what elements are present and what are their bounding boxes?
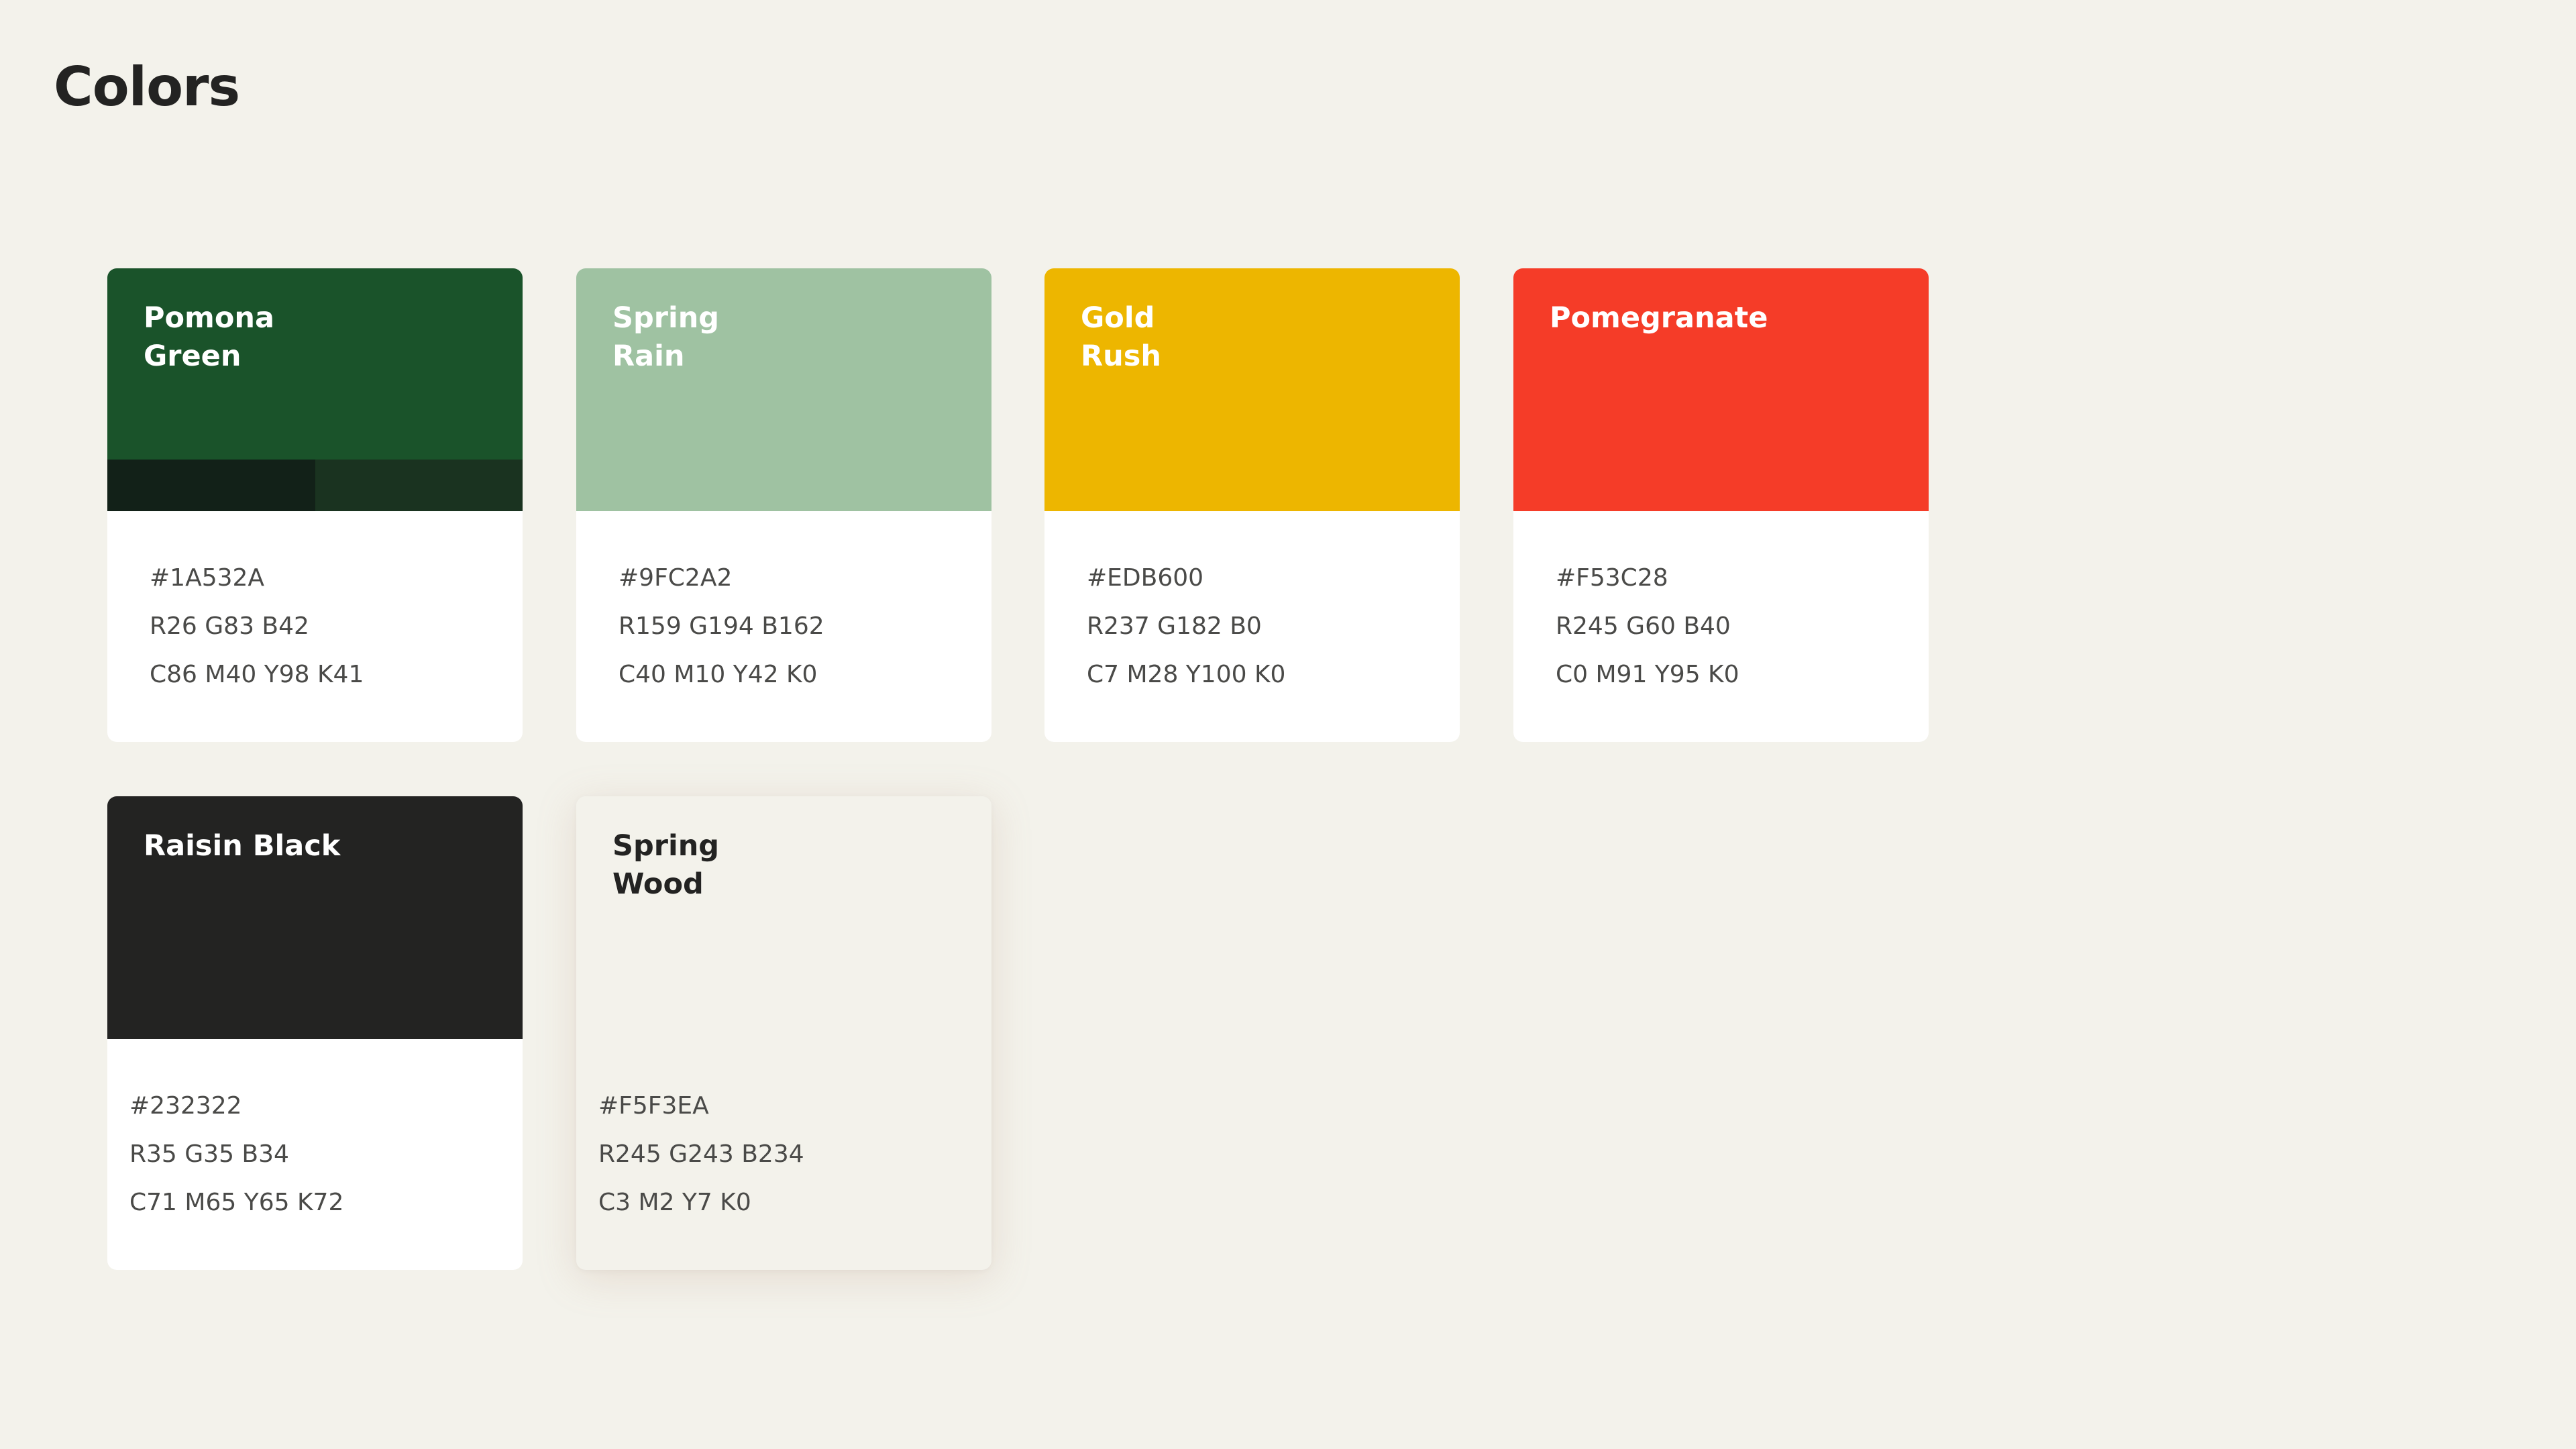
hex-value: #232322 [129,1092,242,1120]
color-name: Pomegranate [1550,301,1768,335]
hex-value: #F5F3EA [598,1092,709,1120]
color-swatch: Raisin Black [107,796,523,1039]
color-card-raisin-black[interactable]: Raisin Black #232322 R35 G35 B34 C71 M65… [107,796,523,1270]
color-card-pomegranate[interactable]: Pomegranate #F53C28 R245 G60 B40 C0 M91 … [1513,268,1929,742]
color-card-spring-wood[interactable]: Spring Wood #F5F3EA R245 G243 B234 C3 M2… [576,796,991,1270]
shade-strip [107,460,523,511]
rgb-value: R245 G243 B234 [598,1140,804,1168]
cmyk-value: C7 M28 Y100 K0 [1087,661,1286,688]
page-title: Colors [54,56,240,118]
rgb-value: R237 G182 B0 [1087,612,1262,640]
color-swatch: Pomona Green [107,268,523,511]
hex-value: #1A532A [150,564,265,592]
hex-value: #F53C28 [1556,564,1668,592]
rgb-value: R26 G83 B42 [150,612,309,640]
hex-value: #9FC2A2 [619,564,733,592]
color-swatch: Spring Wood [576,796,991,1039]
color-name: Pomona Green [144,301,275,373]
color-card-spring-rain[interactable]: Spring Rain #9FC2A2 R159 G194 B162 C40 M… [576,268,991,742]
shade-dark [107,460,315,511]
color-name: Gold Rush [1081,301,1161,373]
color-swatch: Pomegranate [1513,268,1929,511]
hex-value: #EDB600 [1087,564,1204,592]
color-card-pomona-green[interactable]: Pomona Green #1A532A R26 G83 B42 C86 M40… [107,268,523,742]
color-swatch: Gold Rush [1044,268,1460,511]
cmyk-value: C40 M10 Y42 K0 [619,661,818,688]
color-name: Spring Wood [612,829,720,901]
color-name: Raisin Black [144,829,341,863]
cmyk-value: C0 M91 Y95 K0 [1556,661,1739,688]
cmyk-value: C86 M40 Y98 K41 [150,661,364,688]
cmyk-value: C71 M65 Y65 K72 [129,1189,344,1216]
rgb-value: R35 G35 B34 [129,1140,289,1168]
cmyk-value: C3 M2 Y7 K0 [598,1189,751,1216]
rgb-value: R245 G60 B40 [1556,612,1731,640]
rgb-value: R159 G194 B162 [619,612,824,640]
color-card-gold-rush[interactable]: Gold Rush #EDB600 R237 G182 B0 C7 M28 Y1… [1044,268,1460,742]
color-swatch: Spring Rain [576,268,991,511]
color-name: Spring Rain [612,301,720,373]
shade-medium [315,460,523,511]
